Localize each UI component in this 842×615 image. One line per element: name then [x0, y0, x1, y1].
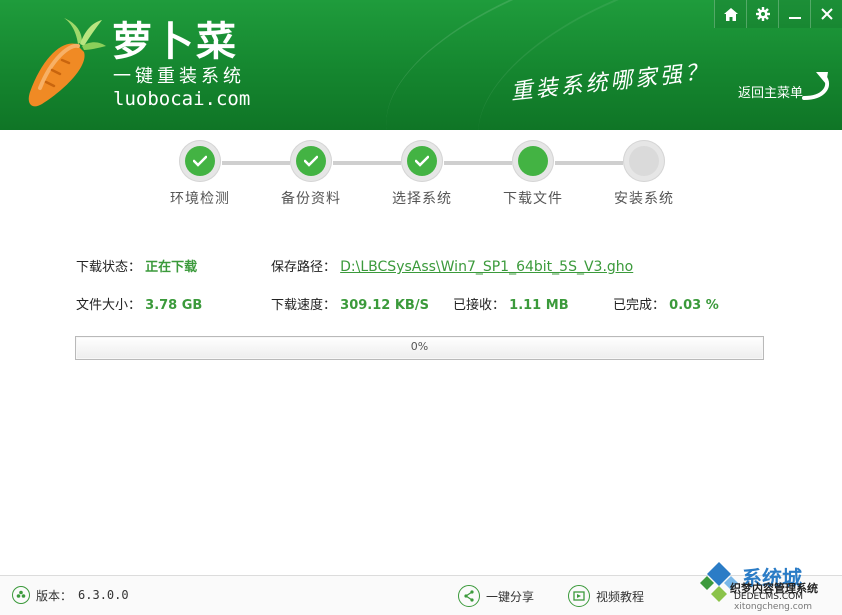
save-path-link[interactable]: D:\LBCSysAss\Win7_SP1_64bit_5S_V3.gho: [340, 259, 633, 275]
version-info: 版本： 6.3.0.0: [12, 586, 129, 604]
step-select-system: 选择系统: [367, 140, 477, 208]
video-tutorial-icon: [568, 585, 590, 607]
brand-url: luobocai.com: [113, 88, 251, 110]
check-icon: [304, 155, 318, 167]
step-label: 环境检测: [170, 191, 230, 207]
received-label: 已接收：: [453, 298, 506, 313]
step-dot: [401, 140, 443, 182]
download-speed-row: 下载速度： 309.12 KB/S: [271, 294, 429, 313]
version-value: 6.3.0.0: [78, 588, 129, 602]
share-icon: [458, 585, 480, 607]
download-status-label: 下载状态：: [76, 260, 142, 275]
step-backup: 备份资料: [256, 140, 366, 208]
share-label: 一键分享: [486, 589, 535, 604]
step-environment-check: 环境检测: [145, 140, 255, 208]
gear-icon: [755, 7, 770, 21]
step-dot: [512, 140, 554, 182]
save-path-row: 保存路径： D:\LBCSysAss\Win7_SP1_64bit_5S_V3.…: [271, 256, 633, 275]
window-controls: [714, 0, 842, 28]
close-button[interactable]: [810, 0, 842, 28]
file-size-value: 3.78 GB: [145, 298, 203, 313]
step-dot: [179, 140, 221, 182]
step-label: 安装系统: [614, 191, 674, 207]
app-header: 萝卜菜 一键重装系统 luobocai.com 重装系统哪家强？ 返回主菜单: [0, 0, 842, 130]
save-path-label: 保存路径：: [271, 260, 337, 275]
file-size-label: 文件大小：: [76, 298, 142, 313]
home-button[interactable]: [714, 0, 746, 28]
share-button[interactable]: 一键分享: [458, 585, 534, 607]
download-progress-bar: 0%: [75, 336, 764, 360]
step-dot: [290, 140, 332, 182]
progress-text: 0%: [410, 340, 429, 353]
step-progress: 环境检测 备份资料 选择系统 下载文件 安装系统: [0, 140, 842, 220]
site-watermark: 系统城 织梦内容管理系统 DEDECMS.COM xitongcheng.com: [700, 560, 842, 614]
watermark-text: xitongcheng.com: [734, 602, 812, 612]
download-speed-label: 下载速度：: [271, 298, 337, 313]
watermark-text: DEDECMS.COM: [734, 592, 803, 602]
clover-icon: [12, 586, 30, 604]
step-install-system: 安装系统: [589, 140, 699, 208]
download-status-row: 下载状态： 正在下载: [76, 256, 197, 275]
close-icon: [820, 8, 833, 20]
settings-button[interactable]: [746, 0, 778, 28]
version-label: 版本：: [36, 588, 73, 603]
step-label: 选择系统: [392, 191, 452, 207]
check-icon: [415, 155, 429, 167]
step-dot: [623, 140, 665, 182]
file-size-row: 文件大小： 3.78 GB: [76, 294, 202, 313]
back-to-main-menu-button[interactable]: 返回主菜单: [738, 68, 834, 108]
received-row: 已接收： 1.11 MB: [453, 294, 569, 313]
brand-subtitle: 一键重装系统: [113, 66, 245, 87]
back-arrow-icon: [802, 72, 830, 100]
home-icon: [723, 7, 738, 21]
download-status-value: 正在下载: [145, 260, 198, 275]
completed-value: 0.03 %: [669, 298, 719, 313]
step-label: 备份资料: [281, 191, 341, 207]
video-tutorial-button[interactable]: 视频教程: [568, 585, 644, 607]
minimize-icon: [788, 17, 801, 19]
completed-label: 已完成：: [613, 298, 666, 313]
completed-row: 已完成： 0.03 %: [613, 294, 719, 313]
received-value: 1.11 MB: [509, 298, 569, 313]
step-download-file: 下载文件: [478, 140, 588, 208]
check-icon: [193, 155, 207, 167]
minimize-button[interactable]: [778, 0, 810, 28]
download-speed-value: 309.12 KB/S: [340, 298, 429, 313]
carrot-logo-icon: [28, 18, 106, 107]
brand-title: 萝卜菜: [112, 19, 238, 65]
video-tutorial-label: 视频教程: [596, 589, 645, 604]
step-label: 下载文件: [503, 191, 563, 207]
